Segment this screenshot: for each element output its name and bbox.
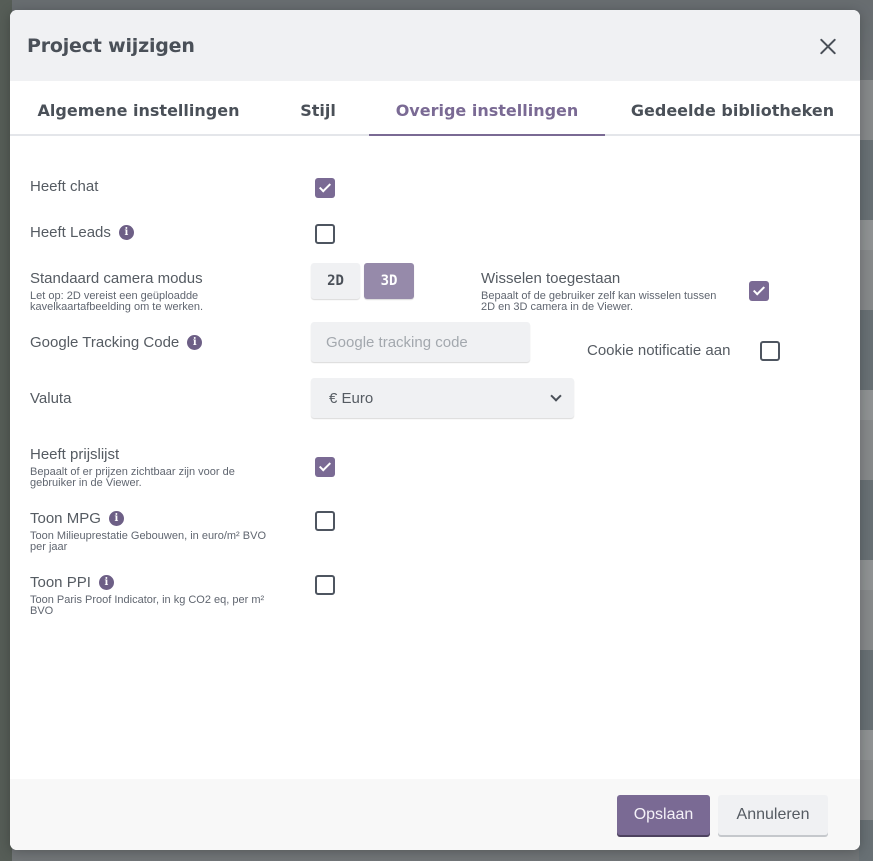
mpg-text: Toon MPG [30, 510, 101, 527]
close-icon[interactable] [816, 34, 840, 58]
modal-header: Project wijzigen [10, 10, 860, 81]
camera-modus-description: Let op: 2D vereist een geüploadde kavelk… [30, 290, 204, 313]
valuta-select[interactable]: € Euro [311, 378, 574, 418]
info-icon[interactable]: i [118, 225, 134, 240]
cookie-notificatie-label: Cookie notificatie aan [587, 342, 730, 359]
tab-bar: Algemene instellingen Stijl Overige inst… [10, 81, 860, 136]
heeft-chat-label: Heeft chat [30, 178, 98, 195]
ppi-checkbox[interactable] [315, 575, 335, 595]
prijslijst-description: Bepaalt of er prijzen zichtbaar zijn voo… [30, 466, 235, 489]
info-icon[interactable]: i [108, 511, 124, 526]
ppi-description: Toon Paris Proof Indicator, in kg CO2 eq… [30, 594, 265, 617]
wisselen-text: Wisselen toegestaan [481, 270, 621, 287]
google-tracking-label: Google Tracking Code i [30, 334, 203, 351]
modal-title: Project wijzigen [27, 34, 195, 57]
modal-footer: Opslaan Annuleren [10, 779, 860, 850]
heeft-chat-text: Heeft chat [30, 178, 99, 195]
info-icon[interactable]: i [98, 575, 114, 590]
settings-form: Heeft chat Heeft Leads i Standaard camer… [10, 136, 860, 781]
ppi-text: Toon PPI [30, 574, 91, 591]
camera-2d-button[interactable]: 2D [311, 263, 360, 299]
tab-algemene-instellingen[interactable]: Algemene instellingen [10, 81, 267, 134]
tab-gedeelde-bibliotheken[interactable]: Gedeelde bibliotheken [605, 81, 860, 134]
camera-3d-button[interactable]: 3D [364, 263, 414, 299]
mpg-label: Toon MPG i [30, 510, 124, 527]
google-tracking-input[interactable] [311, 322, 530, 362]
edit-project-modal: Project wijzigen Algemene instellingen S… [10, 10, 860, 850]
wisselen-checkbox[interactable] [749, 281, 769, 301]
prijslijst-label: Heeft prijslijst [30, 446, 119, 463]
tab-stijl[interactable]: Stijl [267, 81, 369, 134]
google-tracking-text: Google Tracking Code [30, 334, 180, 351]
heeft-leads-text: Heeft Leads [30, 224, 111, 241]
valuta-label: Valuta [30, 390, 71, 407]
wisselen-label: Wisselen toegestaan [481, 270, 620, 287]
heeft-leads-label: Heeft Leads i [30, 224, 134, 241]
camera-modus-label: Standaard camera modus [30, 270, 203, 287]
valuta-selected-value: € Euro [329, 389, 374, 407]
tab-overige-instellingen[interactable]: Overige instellingen [369, 81, 605, 136]
mpg-checkbox[interactable] [315, 511, 335, 531]
wisselen-description: Bepaalt of de gebruiker zelf kan wissele… [481, 290, 717, 313]
cancel-button[interactable]: Annuleren [718, 795, 828, 835]
info-icon[interactable]: i [187, 335, 203, 350]
save-button[interactable]: Opslaan [617, 795, 710, 835]
heeft-chat-checkbox[interactable] [315, 178, 335, 198]
prijslijst-text: Heeft prijslijst [30, 446, 120, 463]
ppi-label: Toon PPI i [30, 574, 114, 591]
cookie-notificatie-text: Cookie notificatie aan [587, 342, 731, 359]
valuta-text: Valuta [30, 390, 72, 407]
cookie-notificatie-checkbox[interactable] [760, 341, 780, 361]
camera-modus-text: Standaard camera modus [30, 270, 203, 287]
mpg-description: Toon Milieuprestatie Gebouwen, in euro/m… [30, 530, 267, 553]
heeft-leads-checkbox[interactable] [315, 224, 335, 244]
chevron-down-icon [550, 390, 562, 402]
prijslijst-checkbox[interactable] [315, 457, 335, 477]
